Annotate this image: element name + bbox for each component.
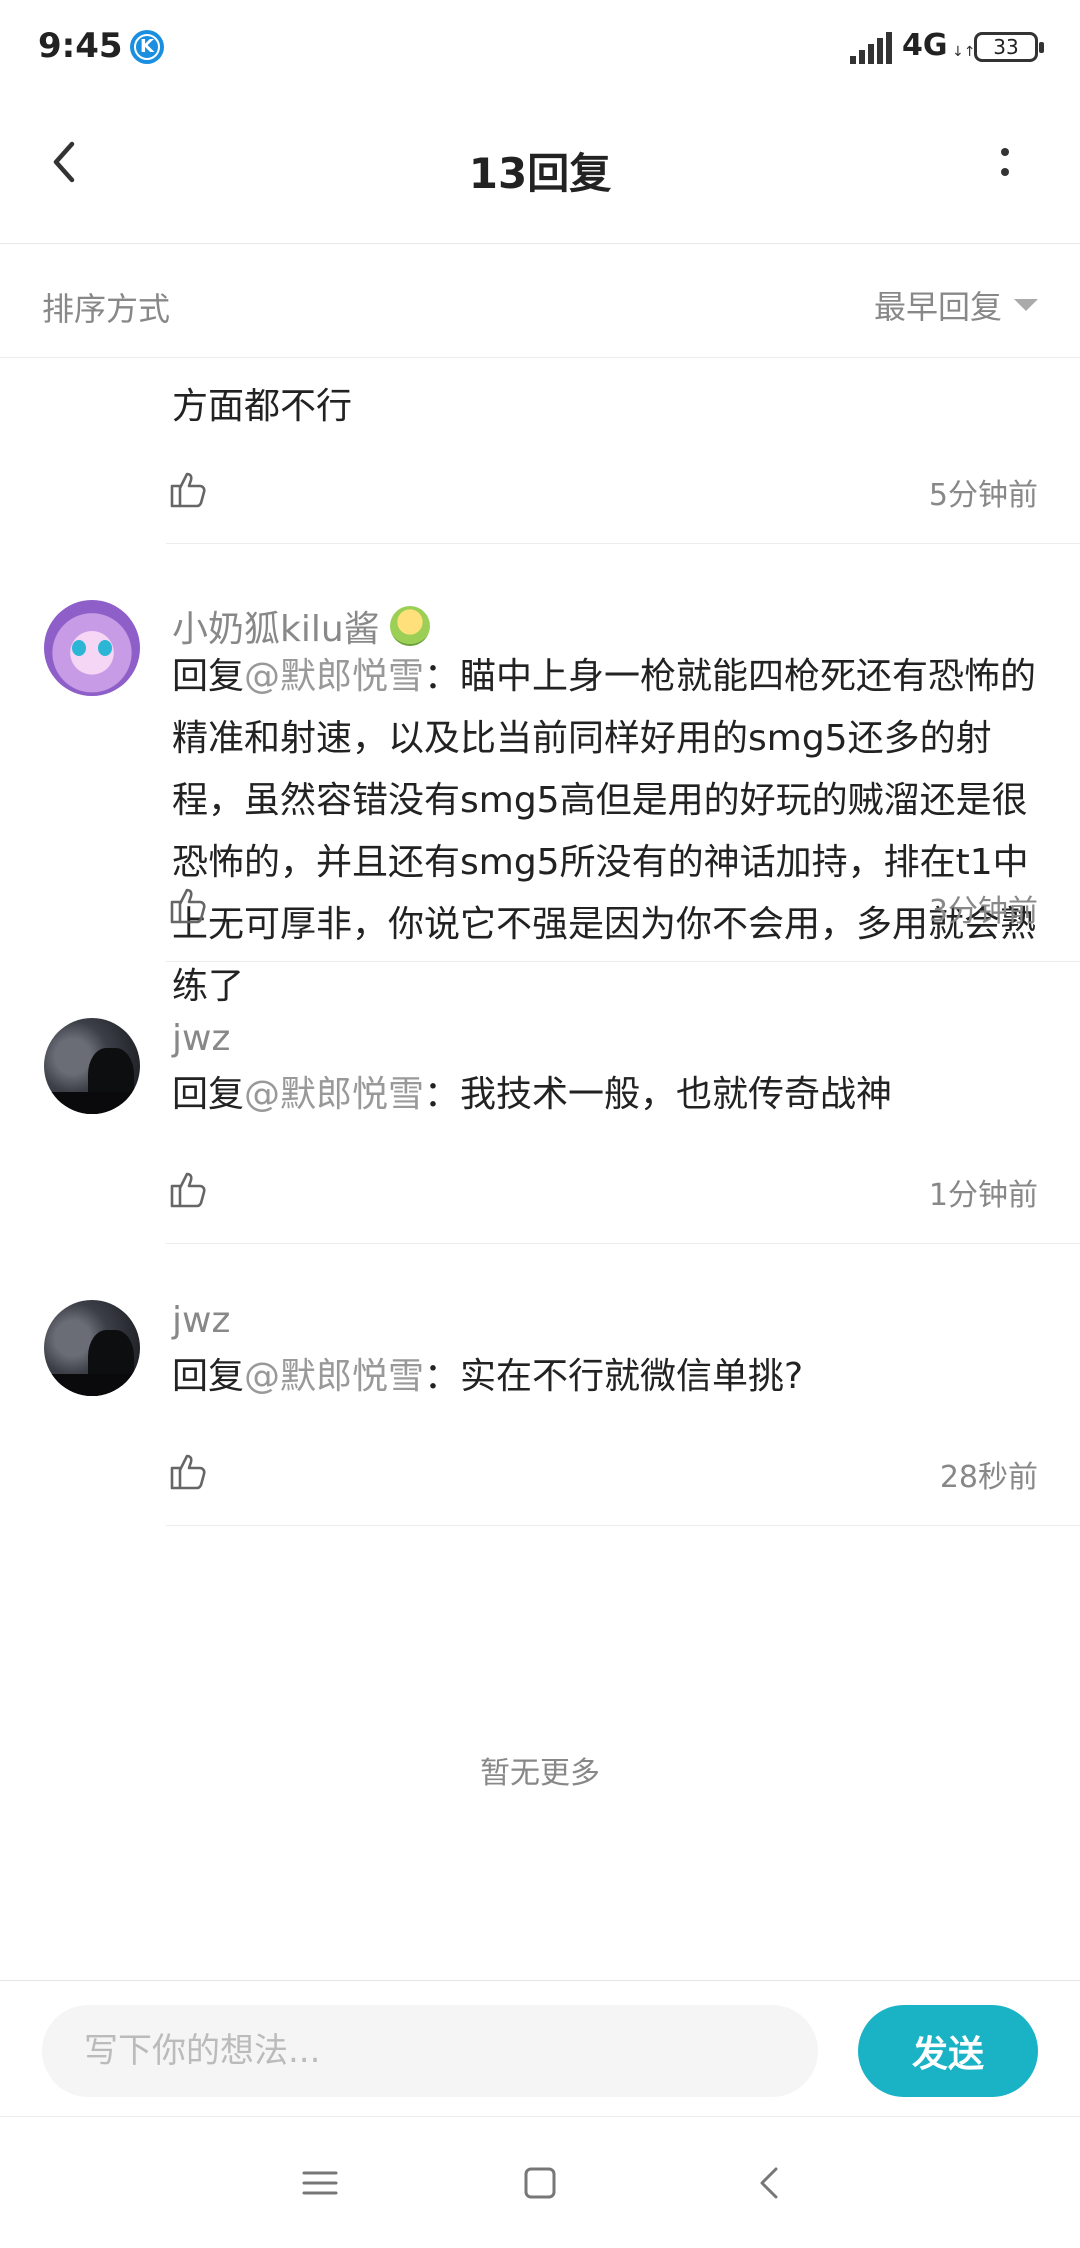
user-badge-icon bbox=[389, 606, 430, 646]
like-button[interactable] bbox=[168, 884, 210, 926]
thumbs-up-icon bbox=[170, 1454, 206, 1490]
status-bar: 9:45 K 4G ↓↑ 33 bbox=[0, 0, 1080, 96]
sort-bar: 排序方式 最早回复 bbox=[0, 244, 1080, 358]
thumbs-up-icon bbox=[170, 472, 206, 508]
comment-header: jwz bbox=[172, 1300, 230, 1341]
system-nav-bar bbox=[0, 2116, 1080, 2248]
comment-item: 小奶狐kilu酱 回复@默郎悦雪：瞄中上身一枪就能四枪死还有恐怖的精准和射速，以… bbox=[0, 544, 1080, 1007]
home-button[interactable] bbox=[514, 2157, 566, 2209]
network-label: 4G bbox=[902, 28, 948, 63]
username[interactable]: 小奶狐kilu酱 bbox=[172, 600, 380, 652]
top-app-bar: 13回复 bbox=[0, 96, 1080, 244]
mention-link[interactable]: @默郎悦雪 bbox=[244, 656, 424, 697]
sort-label: 排序方式 bbox=[42, 290, 171, 328]
avatar[interactable] bbox=[44, 600, 140, 696]
comment-text: 回复@默郎悦雪：我技术一般，也就传奇战神 bbox=[172, 1074, 893, 1115]
comment-time: 5分钟前 bbox=[928, 478, 1038, 513]
thumbs-up-icon bbox=[170, 888, 206, 924]
sort-dropdown[interactable]: 最早回复 bbox=[874, 282, 1038, 328]
comment-text: 回复@默郎悦雪：实在不行就微信单挑? bbox=[172, 1356, 804, 1397]
sort-selected-value: 最早回复 bbox=[873, 288, 1002, 326]
comment-item: jwz 回复@默郎悦雪：实在不行就微信单挑? 28秒前 bbox=[0, 1244, 1080, 1526]
comment-time: 28秒前 bbox=[939, 1460, 1038, 1495]
send-button[interactable]: 发送 bbox=[858, 2005, 1038, 2097]
more-vertical-icon bbox=[1001, 148, 1009, 156]
k-app-icon: K bbox=[130, 30, 164, 64]
page-title: 13回复 bbox=[468, 149, 612, 198]
mention-link[interactable]: @默郎悦雪 bbox=[244, 1074, 424, 1115]
signal-icon bbox=[850, 32, 892, 64]
square-icon bbox=[524, 2167, 556, 2199]
battery-icon: 33 bbox=[974, 32, 1044, 62]
avatar[interactable] bbox=[44, 1018, 140, 1114]
like-button[interactable] bbox=[168, 468, 210, 510]
data-activity-icon: ↓↑ bbox=[952, 44, 976, 60]
comment-input-bar: 发送 bbox=[0, 1980, 1080, 2116]
comment-time: 1分钟前 bbox=[928, 1178, 1038, 1213]
more-options-button[interactable] bbox=[980, 136, 1030, 192]
chevron-left-icon bbox=[760, 2167, 778, 2199]
menu-icon bbox=[302, 2171, 338, 2195]
comment-list[interactable]: 方面都不行 5分钟前 小奶狐kilu酱 回复@默郎悦雪：瞄中上身一枪就能四枪死还… bbox=[0, 358, 1080, 1978]
comment-input[interactable] bbox=[42, 2005, 818, 2097]
battery-level: 33 bbox=[993, 35, 1019, 59]
username[interactable]: jwz bbox=[172, 1018, 230, 1059]
comment-time: 3分钟前 bbox=[928, 894, 1038, 929]
comment-text: 方面都不行 bbox=[172, 386, 353, 427]
comment-item: jwz 回复@默郎悦雪：我技术一般，也就传奇战神 1分钟前 bbox=[0, 962, 1080, 1244]
thumbs-up-icon bbox=[170, 1172, 206, 1208]
like-button[interactable] bbox=[168, 1450, 210, 1492]
system-back-button[interactable] bbox=[744, 2157, 796, 2209]
caret-down-icon bbox=[1014, 299, 1038, 311]
status-time: 9:45 bbox=[38, 26, 123, 66]
recent-apps-button[interactable] bbox=[294, 2157, 346, 2209]
comment-header: 小奶狐kilu酱 bbox=[172, 600, 430, 652]
like-button[interactable] bbox=[168, 1168, 210, 1210]
comment-item: 方面都不行 5分钟前 bbox=[0, 358, 1080, 544]
avatar[interactable] bbox=[44, 1300, 140, 1396]
username[interactable]: jwz bbox=[172, 1300, 230, 1341]
comment-header: jwz bbox=[172, 1018, 230, 1059]
no-more-label: 暂无更多 bbox=[480, 1756, 600, 1791]
mention-link[interactable]: @默郎悦雪 bbox=[244, 1356, 424, 1397]
